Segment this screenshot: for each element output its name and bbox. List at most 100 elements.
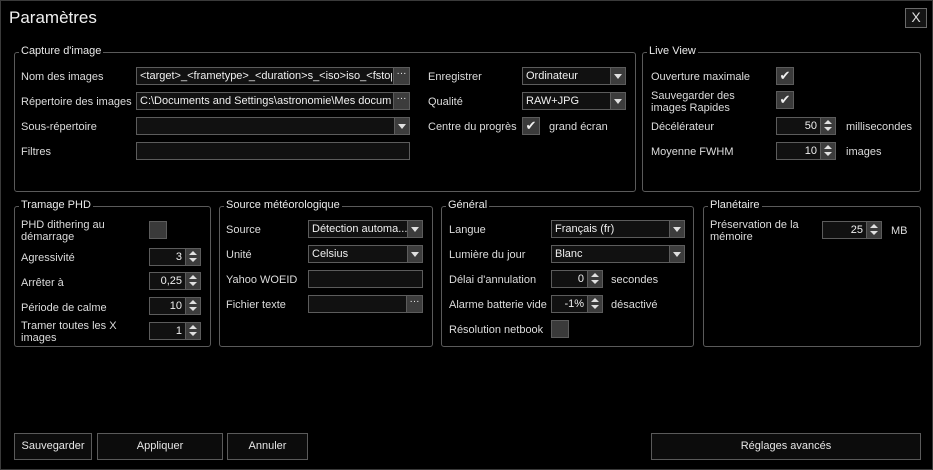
label-yahoo-woeid: Yahoo WOEID [226, 274, 298, 286]
label-fullscreen: grand écran [549, 121, 608, 133]
close-button[interactable]: X [905, 8, 927, 28]
group-liveview: Live View Ouverture maximale ✔ Sauvegard… [642, 45, 921, 192]
memory-preservation-value: 25 [850, 224, 863, 236]
label-quality: Qualité [428, 96, 463, 108]
label-text-file: Fichier texte [226, 299, 286, 311]
label-battery-alarm-unit: désactivé [611, 299, 658, 311]
label-image-dir: Répertoire des images [21, 96, 132, 108]
group-planetary: Planétaire Préservation de la mémoire 25… [703, 199, 921, 347]
dither-every-value: 1 [175, 325, 182, 337]
text-file-field[interactable]: ··· [308, 295, 423, 313]
label-fwhm-unit: images [846, 146, 882, 158]
chevron-down-icon[interactable] [669, 246, 684, 262]
save-button[interactable]: Sauvegarder [14, 433, 92, 460]
stop-at-value: 0,25 [160, 275, 182, 287]
spinner-arrows-icon[interactable] [185, 249, 200, 265]
window-title: Paramètres [9, 8, 97, 27]
label-save-to: Enregistrer [428, 71, 482, 83]
decelerator-value: 50 [804, 120, 817, 132]
label-dither-every: Tramer toutes les X images [21, 320, 117, 344]
check-icon: ✔ [779, 68, 791, 83]
check-icon: ✔ [525, 118, 537, 133]
spinner-arrows-icon[interactable] [185, 323, 200, 339]
calm-period-value: 10 [169, 300, 182, 312]
aggressiveness-spinner[interactable]: 3 [149, 248, 201, 266]
dither-every-spinner[interactable]: 1 [149, 322, 201, 340]
chevron-down-icon[interactable] [407, 246, 422, 262]
chevron-down-icon[interactable] [394, 118, 409, 134]
calm-period-spinner[interactable]: 10 [149, 297, 201, 315]
spinner-arrows-icon[interactable] [820, 118, 835, 134]
max-aperture-checkbox[interactable]: ✔ [776, 67, 794, 85]
weather-unit-select[interactable]: Celsius [308, 245, 423, 263]
label-calm-period: Période de calme [21, 302, 107, 314]
chevron-down-icon[interactable] [610, 68, 625, 84]
spinner-arrows-icon[interactable] [587, 271, 602, 287]
label-filters: Filtres [21, 146, 51, 158]
netbook-checkbox[interactable] [551, 320, 569, 338]
subdir-select[interactable] [136, 117, 410, 135]
save-rapid-checkbox[interactable]: ✔ [776, 91, 794, 109]
group-title-capture: Capture d'image [19, 45, 104, 57]
stop-at-spinner[interactable]: 0,25 [149, 272, 201, 290]
chevron-down-icon[interactable] [407, 221, 422, 237]
quality-select[interactable]: RAW+JPG [522, 92, 626, 110]
language-value: Français (fr) [555, 223, 615, 235]
spinner-arrows-icon[interactable] [185, 298, 200, 314]
group-title-phd: Tramage PHD [19, 199, 93, 211]
label-cancel-delay-unit: secondes [611, 274, 659, 286]
yahoo-woeid-input[interactable] [308, 270, 423, 288]
memory-preservation-spinner[interactable]: 25 [822, 221, 882, 239]
chevron-down-icon[interactable] [669, 221, 684, 237]
image-name-field[interactable]: <target>_<frametype>_<duration>s_<iso>is… [136, 67, 410, 85]
daylight-select[interactable]: Blanc [551, 245, 685, 263]
ellipsis-icon[interactable]: ··· [406, 296, 422, 312]
battery-alarm-value: -1% [564, 298, 584, 310]
image-name-value: <target>_<frametype>_<duration>s_<iso>is… [140, 70, 392, 82]
ellipsis-icon[interactable]: ··· [393, 93, 409, 109]
cancel-delay-value: 0 [577, 273, 584, 285]
ellipsis-icon[interactable]: ··· [393, 68, 409, 84]
group-general: Général Langue Français (fr) Lumière du … [441, 199, 694, 347]
phd-dither-checkbox[interactable] [149, 221, 167, 239]
battery-alarm-spinner[interactable]: -1% [551, 295, 603, 313]
label-subdir: Sous-répertoire [21, 121, 97, 133]
group-title-general: Général [446, 199, 490, 211]
image-dir-field[interactable]: C:\Documents and Settings\astronomie\Mes… [136, 92, 410, 110]
filters-input[interactable] [136, 142, 410, 160]
spinner-arrows-icon[interactable] [185, 273, 200, 289]
label-max-aperture: Ouverture maximale [651, 71, 751, 83]
spinner-arrows-icon[interactable] [866, 222, 881, 238]
group-weather: Source météorologique Source Détection a… [219, 199, 433, 347]
close-icon: X [911, 9, 921, 25]
label-decelerator: Décélérateur [651, 121, 714, 133]
title-bar: Paramètres X [1, 1, 933, 35]
label-weather-source: Source [226, 224, 261, 236]
progress-center-checkbox[interactable]: ✔ [522, 117, 540, 135]
advanced-settings-button[interactable]: Réglages avancés [651, 433, 921, 460]
label-fwhm: Moyenne FWHM [651, 146, 734, 158]
cancel-delay-spinner[interactable]: 0 [551, 270, 603, 288]
apply-button[interactable]: Appliquer [97, 433, 223, 460]
fwhm-value: 10 [804, 145, 817, 157]
label-aggressiveness: Agressivité [21, 252, 75, 264]
group-title-weather: Source météorologique [224, 199, 342, 211]
label-daylight: Lumière du jour [449, 249, 526, 261]
label-battery-alarm: Alarme batterie vide [449, 299, 547, 311]
save-to-select[interactable]: Ordinateur [522, 67, 626, 85]
spinner-arrows-icon[interactable] [820, 143, 835, 159]
decelerator-spinner[interactable]: 50 [776, 117, 836, 135]
check-icon: ✔ [779, 92, 791, 107]
weather-unit-value: Celsius [312, 248, 349, 260]
spinner-arrows-icon[interactable] [587, 296, 602, 312]
label-memory-preservation: Préservation de la mémoire [710, 219, 799, 243]
label-progress-center: Centre du progrès [428, 121, 517, 133]
fwhm-spinner[interactable]: 10 [776, 142, 836, 160]
label-memory-unit: MB [891, 225, 908, 237]
language-select[interactable]: Français (fr) [551, 220, 685, 238]
chevron-down-icon[interactable] [610, 93, 625, 109]
weather-source-select[interactable]: Détection automa... [308, 220, 423, 238]
cancel-button[interactable]: Annuler [227, 433, 308, 460]
label-weather-unit: Unité [226, 249, 252, 261]
aggressiveness-value: 3 [175, 251, 182, 263]
